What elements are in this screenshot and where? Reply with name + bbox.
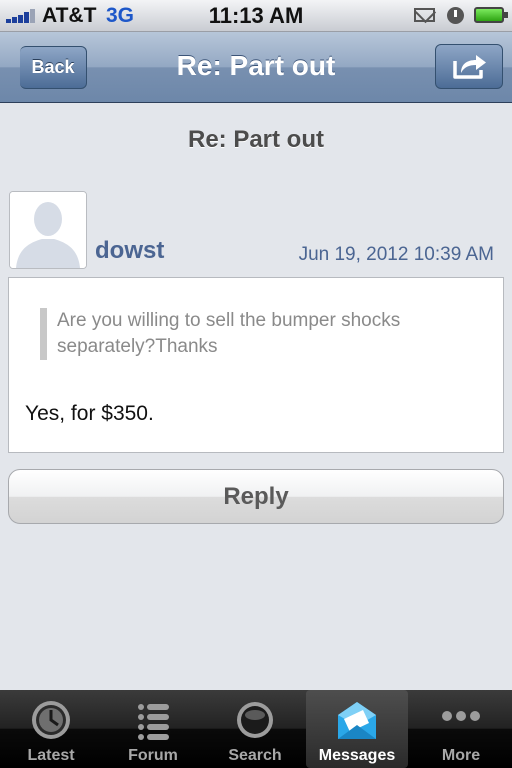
mail-icon — [414, 8, 435, 22]
tab-label: Messages — [318, 747, 396, 764]
avatar-placeholder-icon — [10, 192, 86, 268]
navigation-bar: Back Re: Part out — [0, 32, 512, 103]
list-icon — [138, 704, 169, 740]
reply-button-label: Reply — [223, 483, 289, 510]
tab-label: Latest — [27, 747, 75, 764]
clock-icon — [32, 701, 70, 739]
quoted-text: Are you willing to sell the bumper shock… — [40, 308, 487, 360]
post-timestamp: Jun 19, 2012 10:39 AM — [298, 244, 494, 265]
tab-messages[interactable]: Messages — [306, 690, 408, 768]
battery-icon — [474, 7, 508, 23]
tab-search[interactable]: Search — [204, 690, 306, 768]
clock: 11:13 AM — [208, 3, 304, 28]
reply-button[interactable]: Reply — [8, 469, 504, 524]
avatar[interactable] — [9, 191, 87, 269]
tab-latest[interactable]: Latest — [0, 690, 102, 768]
envelope-icon — [338, 702, 376, 739]
tab-label: Search — [228, 747, 282, 764]
search-icon — [237, 702, 273, 738]
share-button[interactable] — [435, 44, 503, 89]
post-author[interactable]: dowst — [95, 237, 164, 265]
page-title: Re: Part out — [187, 126, 324, 153]
tab-forum[interactable]: Forum — [102, 690, 204, 768]
tab-label: Forum — [128, 747, 178, 764]
alarm-icon — [447, 7, 464, 24]
tab-label: More — [441, 747, 481, 764]
tab-more[interactable]: More — [410, 690, 512, 768]
status-bar: AT&T 3G 11:13 AM — [0, 0, 512, 32]
post-body: Yes, for $350. — [25, 402, 154, 425]
tab-bar: Latest Forum Search Messages More — [0, 690, 512, 768]
more-icon — [442, 711, 480, 721]
share-icon — [453, 55, 486, 79]
post-content: Are you willing to sell the bumper shock… — [8, 277, 504, 453]
